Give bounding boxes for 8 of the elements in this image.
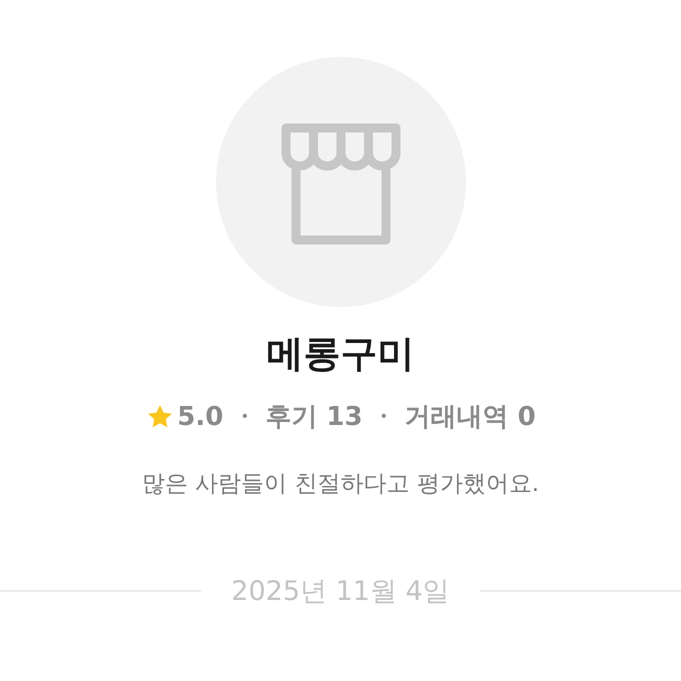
stat-count: 거래내역 0: [404, 401, 536, 434]
separator-dot: ・: [370, 401, 398, 434]
rating-score: 5.0: [177, 402, 224, 432]
seller-name: 메롱구미: [266, 331, 414, 377]
stat-count: 후기 13: [265, 401, 363, 434]
date-label: 2025년 11월 4일: [231, 575, 450, 609]
review-summary: 많은 사람들이 친절하다고 평가했어요.: [142, 470, 540, 499]
separator-dot: ・: [230, 401, 258, 434]
